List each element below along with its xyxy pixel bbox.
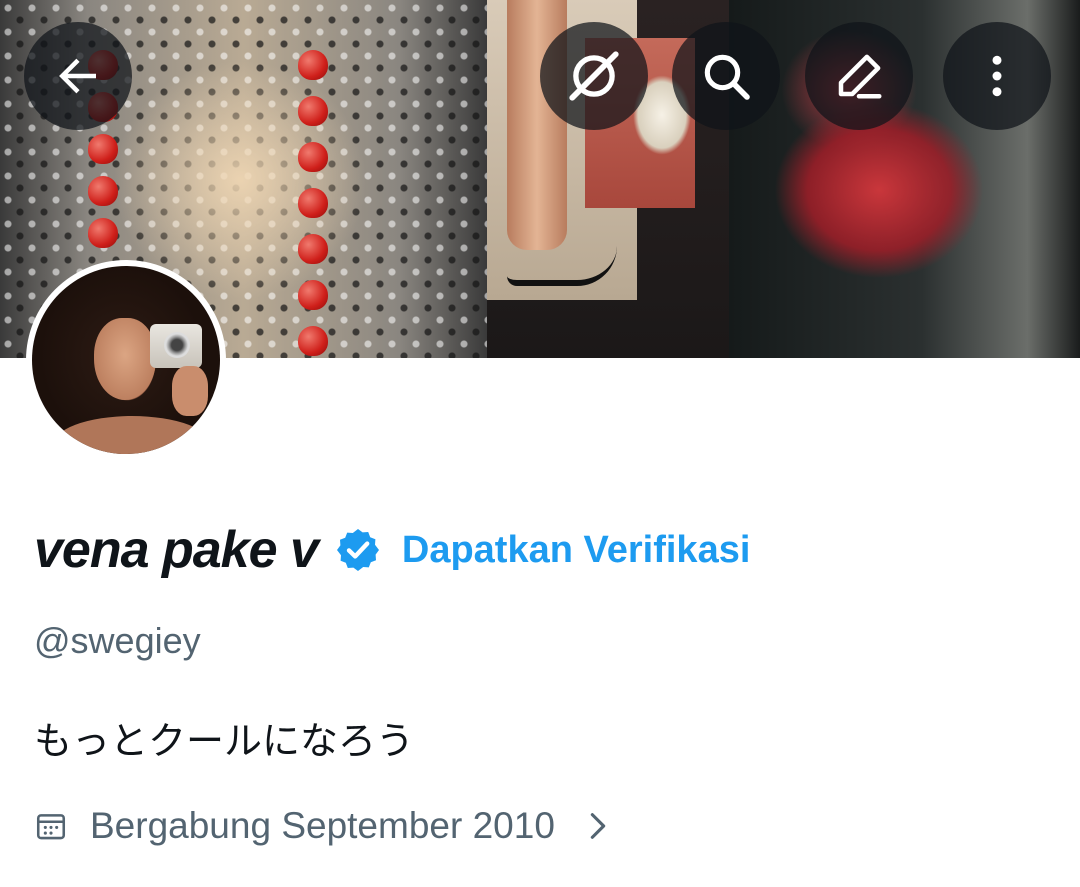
profile-handle: @swegiey [34,620,201,661]
search-button[interactable] [672,22,780,130]
arrow-left-icon [59,58,96,94]
pencil-icon [838,54,882,99]
more-vertical-icon [992,55,1002,97]
verified-badge-icon[interactable] [334,526,382,574]
edit-button[interactable] [805,22,913,130]
joined-date-text: Bergabung September 2010 [90,805,555,846]
display-name: vena pake v [34,521,319,579]
search-icon [704,54,750,100]
joined-date-row[interactable]: Bergabung September 2010 [34,802,611,850]
calendar-icon [36,814,66,840]
more-options-button[interactable] [943,22,1051,130]
profile-avatar[interactable] [26,260,226,460]
avatar-photo [32,266,220,454]
get-verified-link[interactable]: Dapatkan Verifikasi [402,529,751,572]
grok-button[interactable] [540,22,648,130]
profile-bio: もっとクールになろう [34,719,415,763]
back-button[interactable] [24,22,132,130]
profile-name-row: vena pake v Dapatkan Verifikasi [34,520,750,580]
grok-icon [569,51,619,101]
chevron-right-icon [590,813,606,839]
